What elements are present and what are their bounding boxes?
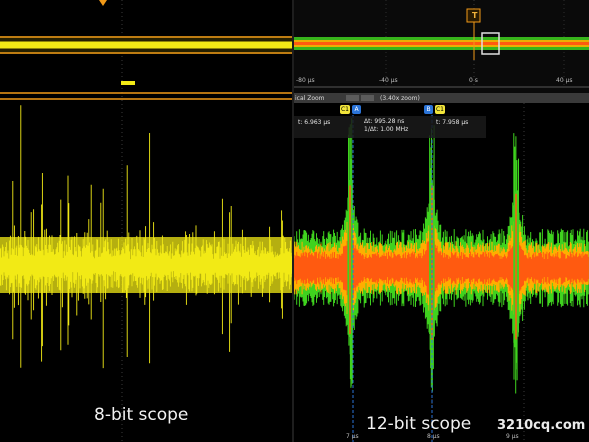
caption-12bit: 12-bit scope: [366, 414, 472, 434]
zoom-title-bar: [294, 93, 589, 103]
noise-waveform-8bit: [0, 105, 293, 369]
cursor-b-marker[interactable]: B: [424, 105, 433, 114]
inverse-delta-time: 1/Δt: 1.00 MHz: [364, 126, 409, 133]
noise-core-8bit: [0, 237, 293, 293]
trigger-marker-label: T: [472, 11, 478, 20]
delta-time: Δt: 995.28 ns: [364, 118, 405, 125]
zoom-title-label: ical Zoom: [295, 95, 325, 102]
bottom-tick-1: 8 µs: [427, 433, 440, 440]
cursor-b-channel-tag: C1: [435, 105, 445, 114]
overview-tick-1: -40 µs: [379, 77, 398, 84]
scope-8bit-panel: 8-bit scope: [0, 0, 293, 442]
scope-12bit-screen: [294, 0, 589, 442]
bottom-tick-0: 7 µs: [346, 433, 359, 440]
overview-tick-2: 0 s: [469, 77, 478, 84]
zoom-window-indicator[interactable]: [121, 81, 135, 85]
zoom-plus-button[interactable]: [361, 95, 374, 101]
overview-tick-3: 40 µs: [556, 77, 573, 84]
zoom-minus-button[interactable]: [346, 95, 359, 101]
watermark: 3210cq.com: [497, 418, 586, 433]
scope-12bit-panel: T -80 µs -40 µs 0 s 40 µs ical Zoom (3.4…: [294, 0, 589, 442]
overview-trace-core: [294, 42, 589, 45]
noise-waveform-12bit: [294, 118, 589, 394]
bottom-tick-2: 9 µs: [506, 433, 519, 440]
cursor-a-time: t: 6.963 µs: [298, 119, 331, 126]
overview-tick-0: -80 µs: [296, 77, 315, 84]
scope-8bit-screen: [0, 0, 293, 442]
cursor-a-channel-tag: C1: [340, 105, 350, 114]
trigger-position-marker[interactable]: [99, 0, 107, 6]
noise-path-8bit: [0, 105, 293, 369]
cursor-a-marker[interactable]: A: [352, 105, 361, 114]
zoom-factor-label: (3.40x zoom): [380, 95, 420, 102]
cursor-b-time: t: 7.958 µs: [436, 119, 469, 126]
caption-8bit: 8-bit scope: [94, 405, 189, 425]
